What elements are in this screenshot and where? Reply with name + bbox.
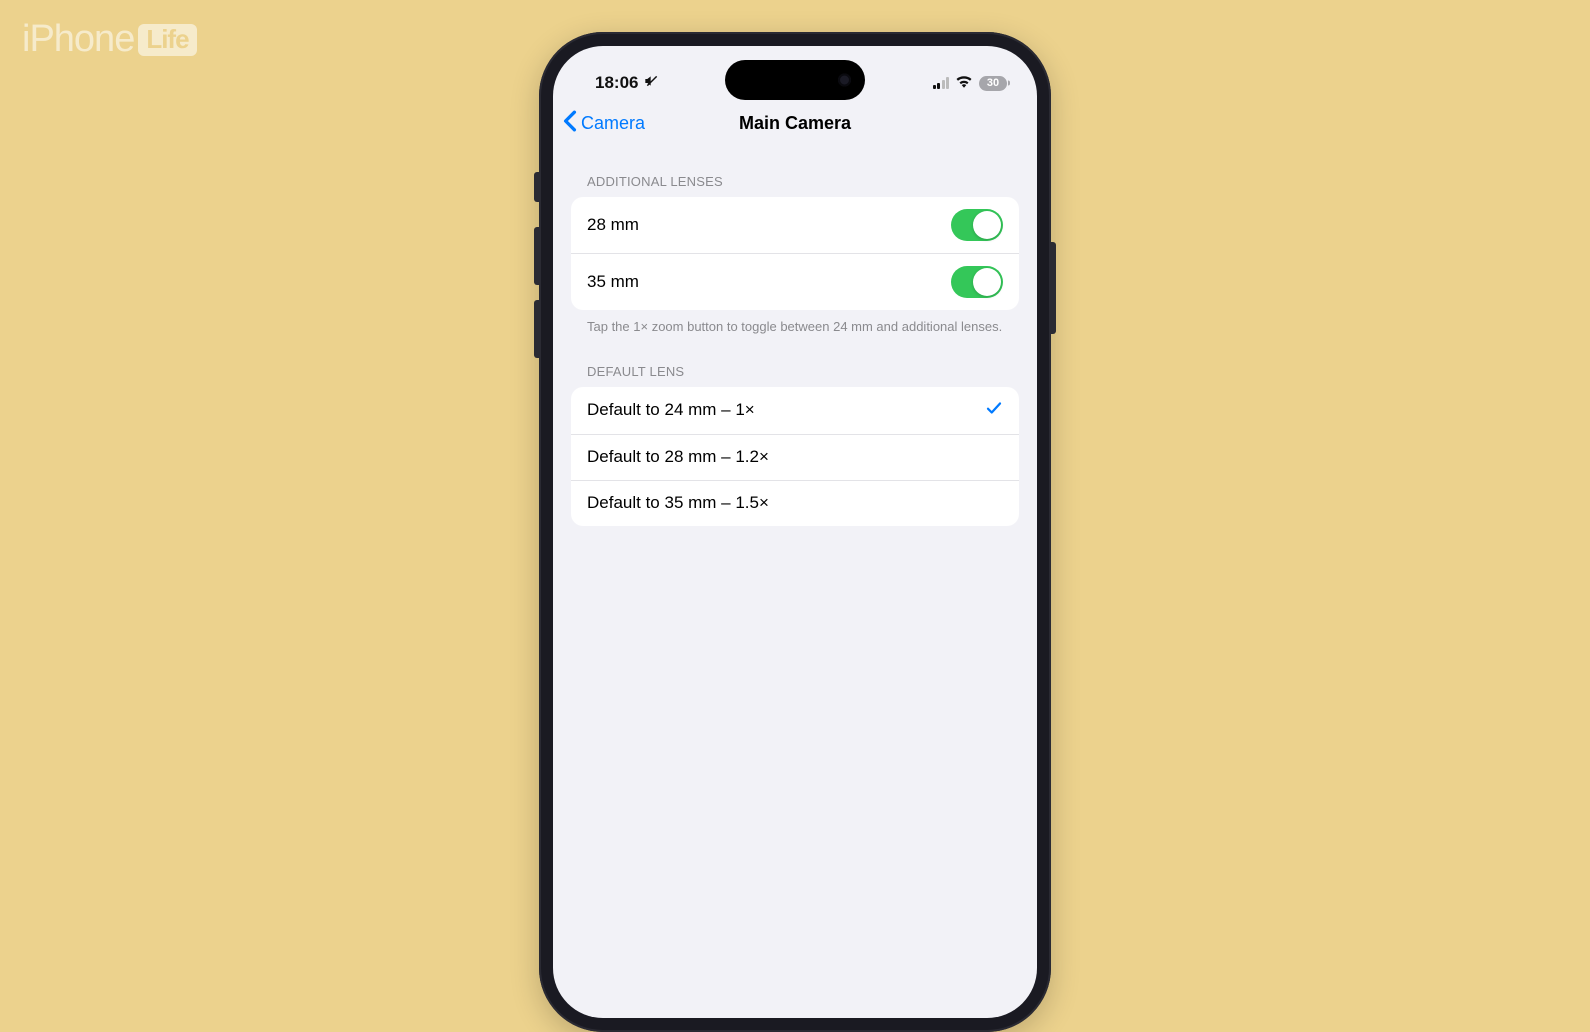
navigation-bar: Camera Main Camera bbox=[553, 102, 1037, 148]
watermark-tag: Life bbox=[138, 24, 196, 56]
cellular-signal-icon bbox=[933, 77, 950, 89]
settings-content: ADDITIONAL LENSES 28 mm 35 mm Tap the 1×… bbox=[553, 148, 1037, 526]
row-label: Default to 24 mm – 1× bbox=[587, 400, 755, 420]
row-lens-35mm[interactable]: 35 mm bbox=[571, 253, 1019, 310]
checkmark-icon bbox=[985, 399, 1003, 422]
back-label: Camera bbox=[581, 113, 645, 134]
status-time: 18:06 bbox=[595, 73, 638, 93]
row-label: Default to 28 mm – 1.2× bbox=[587, 447, 769, 467]
row-default-28mm[interactable]: Default to 28 mm – 1.2× bbox=[571, 434, 1019, 480]
phone-volume-down bbox=[534, 300, 539, 358]
row-label: Default to 35 mm – 1.5× bbox=[587, 493, 769, 513]
row-default-35mm[interactable]: Default to 35 mm – 1.5× bbox=[571, 480, 1019, 526]
phone-frame: 18:06 30 Camera bbox=[539, 32, 1051, 1032]
back-button[interactable]: Camera bbox=[563, 110, 645, 137]
chevron-left-icon bbox=[563, 110, 577, 137]
row-label: 35 mm bbox=[587, 272, 639, 292]
phone-volume-up bbox=[534, 227, 539, 285]
watermark-logo: iPhone Life bbox=[22, 18, 197, 61]
silent-mode-icon bbox=[644, 73, 660, 94]
phone-mute-switch bbox=[534, 172, 539, 202]
row-label: 28 mm bbox=[587, 215, 639, 235]
section-header-additional-lenses: ADDITIONAL LENSES bbox=[571, 148, 1019, 197]
row-lens-28mm[interactable]: 28 mm bbox=[571, 197, 1019, 253]
dynamic-island bbox=[725, 60, 865, 100]
phone-screen: 18:06 30 Camera bbox=[553, 46, 1037, 1018]
page-title: Main Camera bbox=[739, 113, 851, 134]
list-group-additional-lenses: 28 mm 35 mm bbox=[571, 197, 1019, 310]
battery-indicator: 30 bbox=[979, 76, 1007, 91]
phone-power-button bbox=[1051, 242, 1056, 334]
toggle-35mm[interactable] bbox=[951, 266, 1003, 298]
section-header-default-lens: DEFAULT LENS bbox=[571, 336, 1019, 387]
toggle-28mm[interactable] bbox=[951, 209, 1003, 241]
row-default-24mm[interactable]: Default to 24 mm – 1× bbox=[571, 387, 1019, 434]
watermark-brand: iPhone bbox=[22, 18, 134, 61]
wifi-icon bbox=[955, 73, 973, 93]
section-footer-additional-lenses: Tap the 1× zoom button to toggle between… bbox=[571, 310, 1019, 336]
list-group-default-lens: Default to 24 mm – 1× Default to 28 mm –… bbox=[571, 387, 1019, 526]
